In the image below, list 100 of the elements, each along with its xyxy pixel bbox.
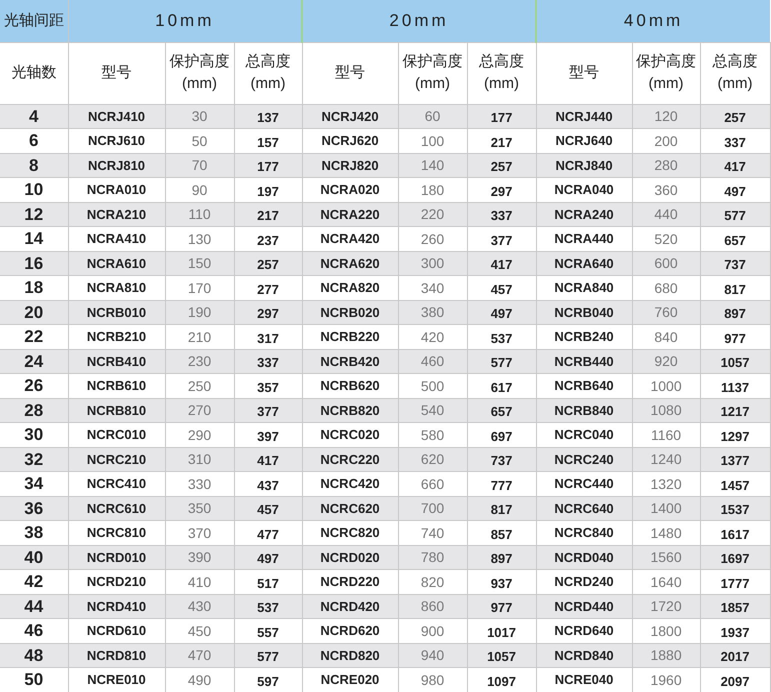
table-cell: 330 [188, 476, 212, 492]
table-cell: NCRB220 [320, 329, 380, 344]
table-cell: NCRB640 [554, 378, 614, 394]
table-cell: NCRD220 [320, 574, 380, 590]
table-cell: NCRD840 [554, 648, 614, 663]
column-heading: 型号 [569, 64, 600, 81]
table-cell: 697 [490, 428, 512, 444]
table-cell: 1057 [487, 649, 516, 664]
table-cell: NCRD040 [554, 550, 614, 565]
table-cell: 1057 [720, 355, 750, 370]
table-cell: 26 [24, 376, 44, 396]
table-cell: 577 [724, 208, 746, 224]
column-heading: 总高度 (mm) [712, 53, 758, 92]
table-cell: 44 [24, 596, 44, 616]
table-cell: 737 [724, 257, 746, 272]
table-cell: 12 [24, 204, 44, 224]
table-cell: NCRC240 [554, 452, 614, 467]
table-cell: 250 [188, 378, 212, 394]
table-cell: 10 [24, 180, 44, 200]
table-cell: 177 [257, 159, 279, 174]
table-cell: 28 [24, 400, 44, 420]
table-cell: NCRA040 [554, 182, 614, 198]
table-cell: 46 [24, 621, 44, 640]
table-cell: NCRA410 [86, 231, 146, 246]
table-cell: 1697 [720, 551, 750, 566]
table-cell: 437 [257, 478, 279, 493]
table-cell: 780 [420, 549, 444, 566]
table-cell: 297 [490, 184, 512, 199]
table-cell: 537 [257, 600, 279, 616]
table-cell: 337 [490, 208, 512, 224]
table-cell: 1537 [720, 502, 750, 518]
table-cell: 817 [724, 282, 746, 297]
table-cell: 6 [29, 131, 38, 150]
table-cell: 60 [424, 108, 440, 124]
table-cell: NCRA010 [86, 182, 146, 198]
table-cell: NCRC840 [554, 525, 614, 540]
table-cell: 1377 [720, 453, 750, 468]
table-cell: NCRC810 [86, 525, 146, 540]
table-cell: 34 [24, 474, 44, 494]
table-cell: 657 [724, 232, 746, 248]
table-cell: 1017 [487, 624, 516, 640]
table-cell: 417 [724, 159, 746, 174]
table-cell: 217 [257, 208, 279, 224]
table-cell: 8 [29, 156, 38, 175]
table-cell: 417 [257, 453, 279, 468]
table-cell: NCRA210 [86, 206, 146, 222]
table-cell: 1000 [650, 378, 682, 394]
table-cell: 350 [188, 500, 212, 516]
table-cell: NCRC420 [320, 476, 380, 492]
table-cell: 1137 [720, 380, 750, 395]
table-cell: 740 [420, 524, 444, 541]
table-cell: NCRD610 [86, 623, 146, 638]
table-cell: NCRB040 [554, 304, 614, 320]
table-cell: 440 [654, 206, 678, 222]
table-cell: 370 [188, 524, 212, 541]
group-heading: 40mm [624, 11, 684, 30]
table-cell: 537 [490, 330, 512, 346]
table-cell: 100 [420, 132, 444, 149]
table-cell: 1160 [650, 426, 682, 443]
table-cell: NCRA820 [320, 280, 380, 296]
table-cell: NCRC610 [86, 500, 146, 516]
table-cell: 577 [257, 649, 279, 664]
table-cell: 257 [490, 159, 512, 174]
table-cell: NCRC020 [320, 427, 380, 442]
table-cell: 1560 [650, 549, 682, 566]
table-cell: NCRD020 [320, 550, 380, 565]
table-cell: NCRA220 [320, 206, 380, 222]
table-cell: NCRA840 [554, 280, 614, 296]
table-cell: 257 [724, 110, 746, 126]
table-cell: 340 [420, 280, 444, 296]
table-cell: 937 [490, 576, 512, 591]
table-cell: 980 [420, 672, 444, 688]
table-cell: 1400 [650, 500, 682, 516]
table-cell: NCRJ410 [88, 108, 146, 124]
table-cell: 1297 [720, 428, 750, 444]
table-cell: NCRA620 [320, 256, 380, 271]
table-cell: NCRB820 [320, 402, 380, 418]
table-cell: 150 [188, 255, 212, 272]
table-cell: 360 [654, 182, 678, 198]
table-cell: 380 [420, 304, 444, 320]
table-cell: 420 [420, 328, 444, 345]
table-cell: 300 [420, 255, 444, 272]
table-cell: 1937 [720, 624, 750, 640]
table-cell: NCRD810 [86, 648, 146, 663]
table-cell: NCRB240 [554, 329, 614, 344]
table-cell: NCRB620 [320, 378, 380, 394]
table-cell: NCRC620 [320, 500, 380, 516]
table-cell: 490 [188, 672, 212, 688]
table-cell: NCRC210 [86, 452, 146, 467]
table-cell: NCRD410 [86, 598, 146, 614]
table-cell: 197 [257, 184, 279, 199]
table-cell: 357 [257, 380, 279, 395]
table-cell: 857 [490, 526, 512, 542]
table-cell: 977 [490, 600, 512, 616]
table-cell: 700 [420, 500, 444, 516]
table-cell: 290 [188, 426, 212, 443]
table-cell: 140 [420, 157, 444, 174]
table-cell: 460 [420, 353, 444, 370]
table-cell: NCRC220 [320, 452, 380, 467]
table-cell: 900 [420, 622, 444, 639]
